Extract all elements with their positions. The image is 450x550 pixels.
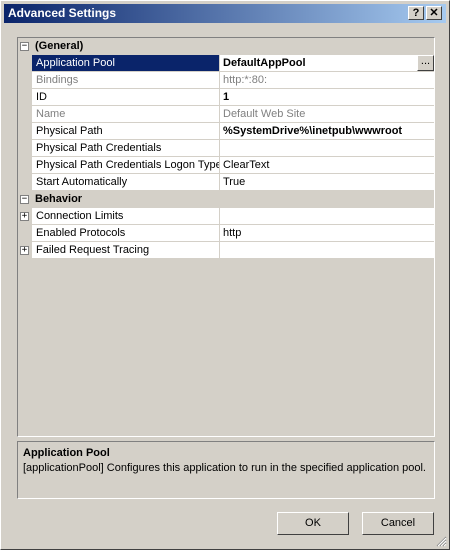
property-row-enabled-protocols[interactable]: Enabled Protocols http (18, 225, 434, 242)
physical-path-value[interactable]: %SystemDrive%\inetpub\wwwroot (220, 123, 434, 139)
grid-empty-area (32, 259, 434, 436)
property-row-start-automatically[interactable]: Start Automatically True (18, 174, 434, 191)
id-value[interactable]: 1 (220, 89, 434, 105)
category-behavior[interactable]: − Behavior (18, 191, 434, 208)
description-text: [applicationPool] Configures this applic… (23, 462, 426, 474)
property-name: Physical Path Credentials Logon Type (36, 159, 219, 171)
property-grid: − (General) Application Pool DefaultAppP… (17, 37, 435, 437)
property-row-bindings[interactable]: Bindings http:*:80: (18, 72, 434, 89)
property-row-application-pool[interactable]: Application Pool DefaultAppPool ... (18, 55, 434, 72)
property-name: Failed Request Tracing (36, 244, 150, 256)
property-name: Name (36, 108, 66, 120)
property-name: Physical Path Credentials (36, 142, 162, 154)
property-name: ID (36, 91, 47, 103)
ok-button[interactable]: OK (277, 512, 349, 535)
collapse-behavior-icon[interactable]: − (20, 195, 29, 204)
physical-path-credentials-value[interactable] (220, 140, 434, 156)
collapse-general-icon[interactable]: − (20, 42, 29, 51)
property-name: Enabled Protocols (36, 227, 126, 239)
cancel-button[interactable]: Cancel (362, 512, 434, 535)
window-title: Advanced Settings (8, 6, 117, 20)
help-button[interactable]: ? (408, 6, 424, 20)
category-general-label: (General) (35, 40, 84, 52)
property-name: Bindings (36, 74, 79, 86)
property-row-failed-request-tracing[interactable]: + Failed Request Tracing (18, 242, 434, 259)
application-pool-value[interactable]: DefaultAppPool (220, 55, 434, 71)
property-row-id[interactable]: ID 1 (18, 89, 434, 106)
expand-failed-request-tracing-icon[interactable]: + (20, 246, 29, 255)
name-value[interactable]: Default Web Site (220, 106, 434, 122)
advanced-settings-dialog: Advanced Settings ? ✕ − (General) Applic… (0, 0, 450, 550)
property-row-name[interactable]: Name Default Web Site (18, 106, 434, 123)
start-automatically-value[interactable]: True (220, 174, 434, 190)
bindings-value[interactable]: http:*:80: (220, 72, 434, 88)
property-row-physical-path[interactable]: Physical Path %SystemDrive%\inetpub\wwwr… (18, 123, 434, 140)
property-row-connection-limits[interactable]: + Connection Limits (18, 208, 434, 225)
failed-request-tracing-value[interactable] (220, 242, 434, 258)
connection-limits-value[interactable] (220, 208, 434, 224)
ellipsis-button[interactable]: ... (417, 55, 434, 71)
property-row-physical-path-credentials[interactable]: Physical Path Credentials (18, 140, 434, 157)
description-panel: Application Pool [applicationPool] Confi… (17, 441, 435, 499)
close-button[interactable]: ✕ (426, 6, 442, 20)
property-name: Connection Limits (36, 210, 124, 222)
property-name: Start Automatically (36, 176, 128, 188)
category-behavior-label: Behavior (35, 193, 83, 205)
resize-grip-icon[interactable] (435, 535, 447, 547)
property-name: Application Pool (32, 55, 219, 71)
description-title: Application Pool (23, 447, 110, 459)
enabled-protocols-value[interactable]: http (220, 225, 434, 241)
property-name: Physical Path (36, 125, 103, 137)
property-row-logon-type[interactable]: Physical Path Credentials Logon Type Cle… (18, 157, 434, 174)
expand-connection-limits-icon[interactable]: + (20, 212, 29, 221)
category-general[interactable]: − (General) (18, 38, 434, 55)
logon-type-value[interactable]: ClearText (220, 157, 434, 173)
title-bar[interactable]: Advanced Settings ? ✕ (4, 4, 446, 23)
